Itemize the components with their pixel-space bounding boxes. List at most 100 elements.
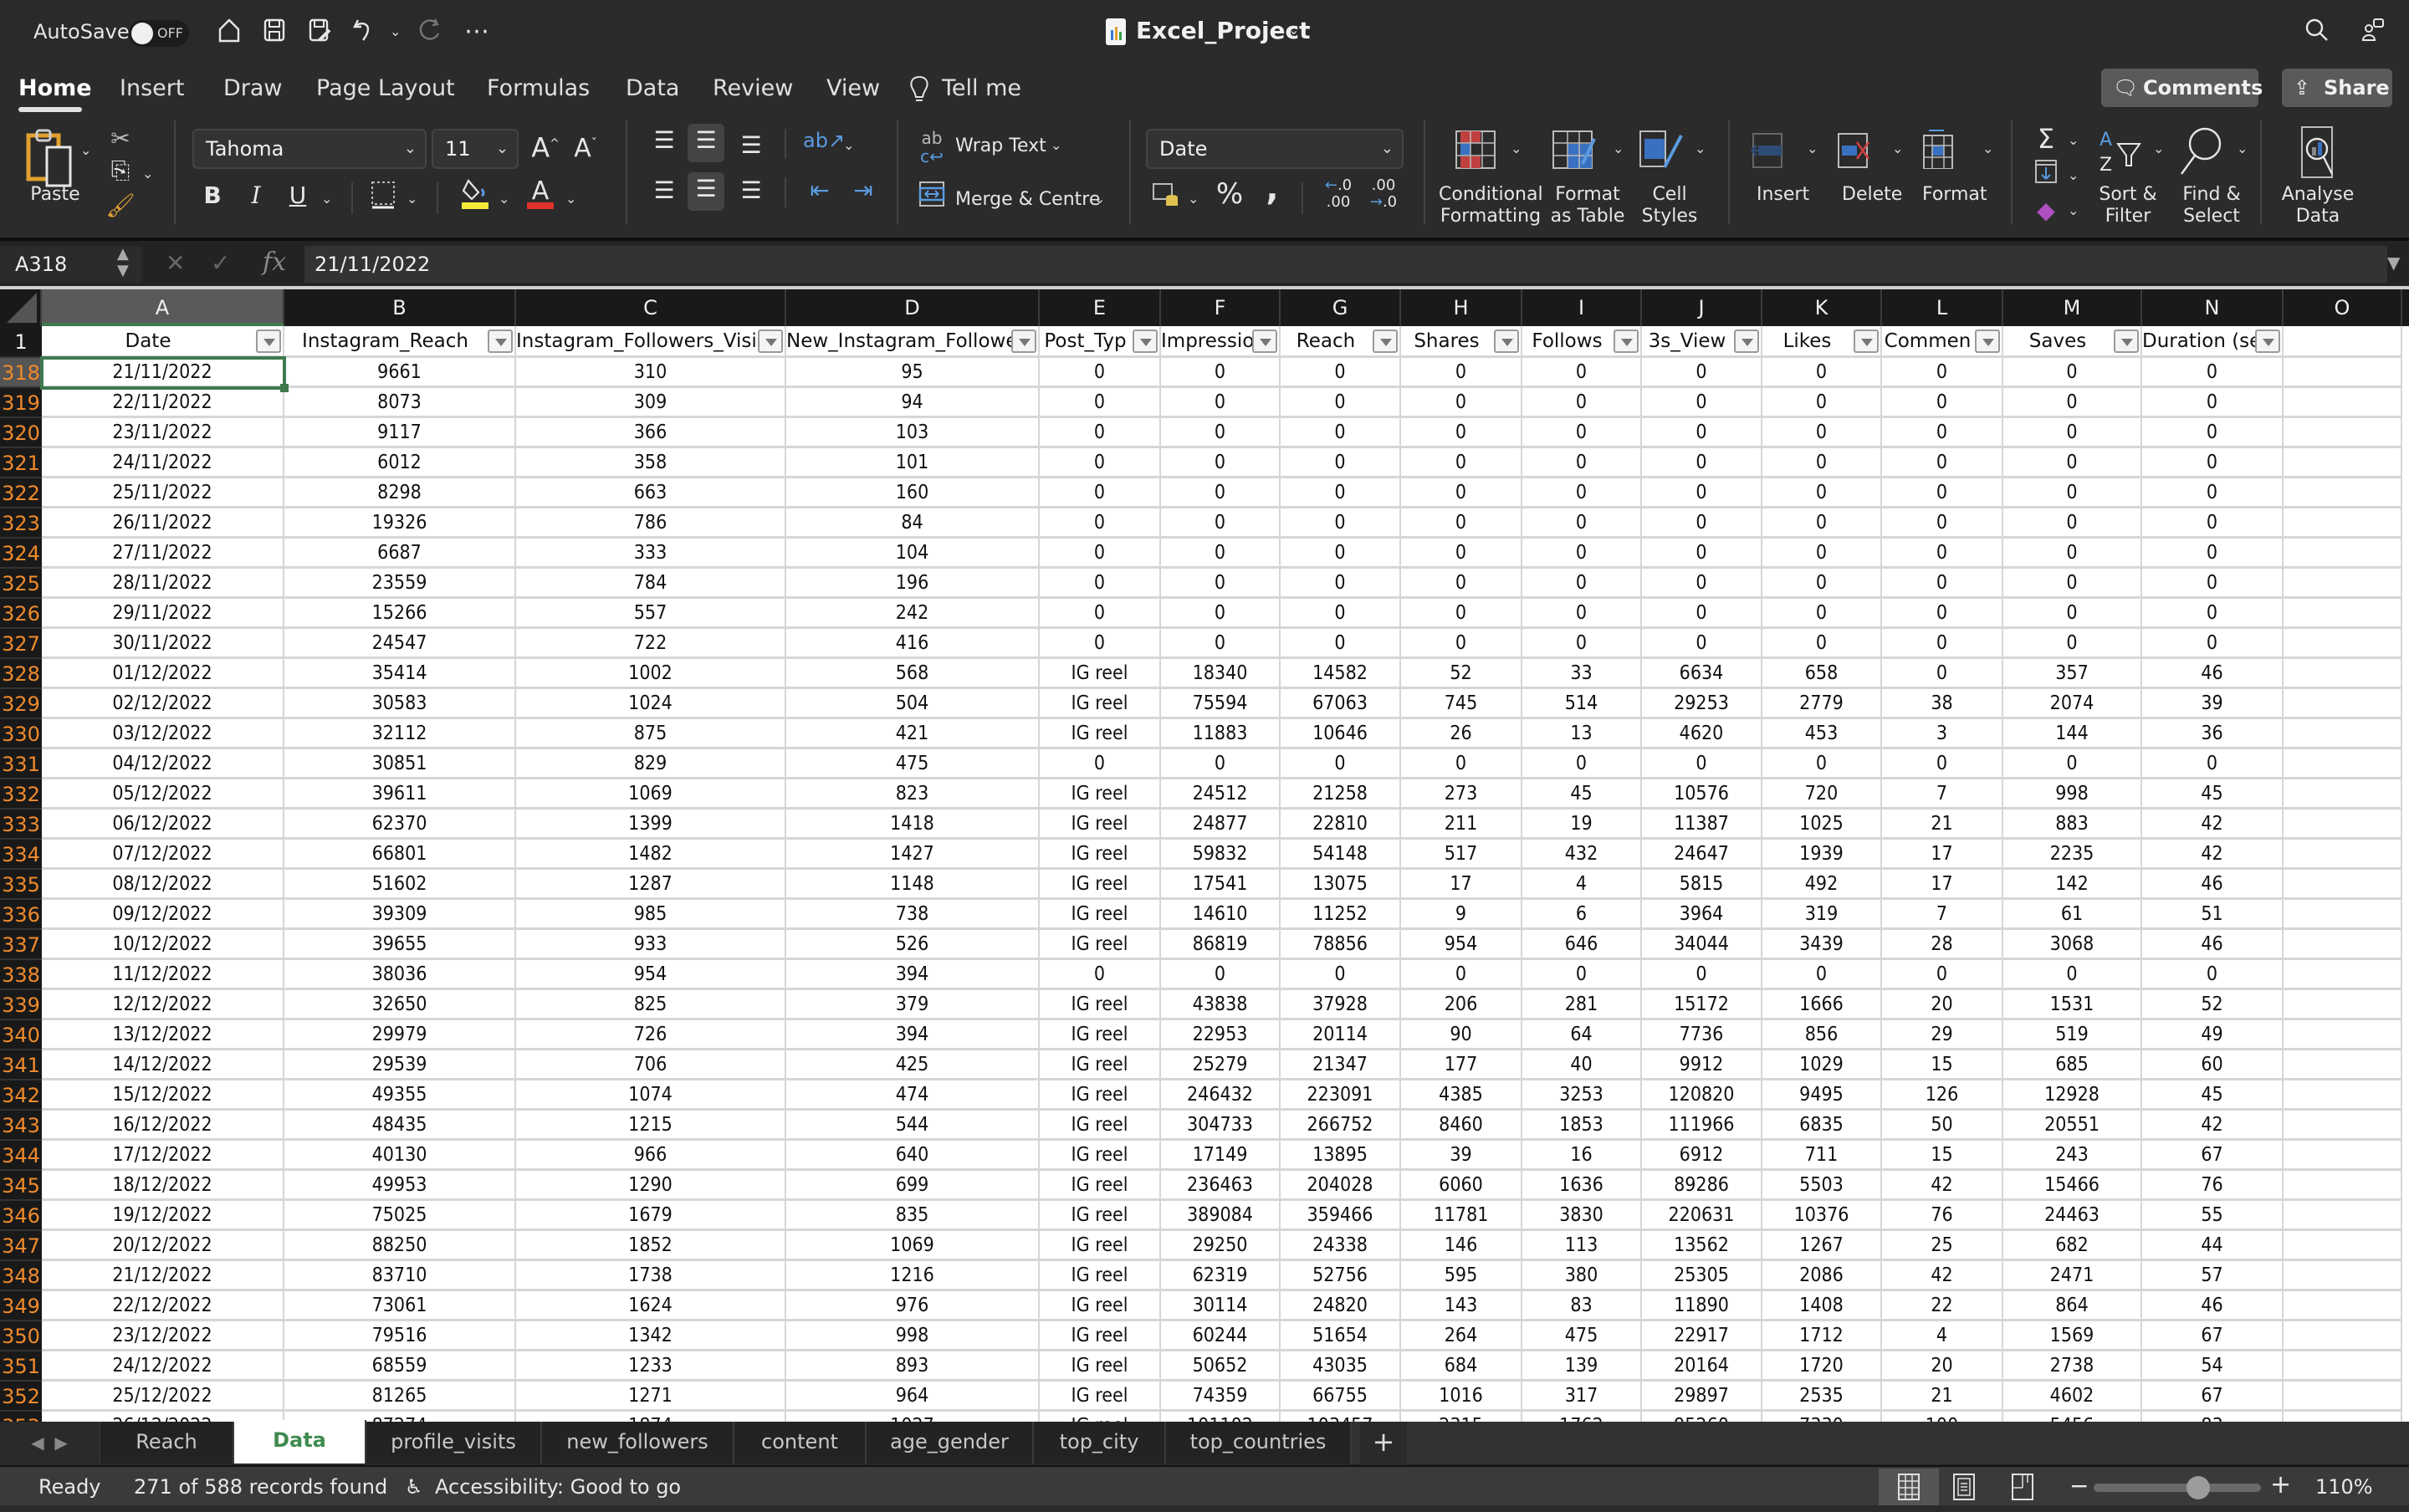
table-cell[interactable]: 0	[1882, 749, 2003, 779]
table-cell[interactable]: 0	[2142, 418, 2284, 448]
table-cell[interactable]: 61	[2003, 900, 2142, 930]
table-cell[interactable]: 49953	[284, 1171, 516, 1201]
table-cell[interactable]: 1399	[516, 810, 786, 840]
table-cell[interactable]: IG reel	[1040, 1321, 1161, 1351]
table-cell[interactable]: 26/11/2022	[42, 508, 284, 539]
table-cell[interactable]: 51	[2142, 900, 2284, 930]
table-cell[interactable]: IG reel	[1040, 1141, 1161, 1171]
table-cell[interactable]: 42	[1882, 1261, 2003, 1291]
clear-icon[interactable]: ◆	[2031, 194, 2061, 227]
table-cell[interactable]: 0	[1642, 539, 1762, 569]
table-cell[interactable]: 18/12/2022	[42, 1171, 284, 1201]
table-cell[interactable]: 07/12/2022	[42, 840, 284, 870]
filter-dropdown-icon[interactable]	[256, 329, 281, 353]
table-cell[interactable]: 0	[1762, 960, 1882, 990]
table-cell[interactable]: 738	[786, 900, 1040, 930]
table-cell[interactable]: 21347	[1281, 1050, 1401, 1080]
empty-cell[interactable]	[2284, 1412, 2402, 1422]
table-cell[interactable]: 684	[1401, 1351, 1522, 1382]
table-cell[interactable]: 30114	[1161, 1291, 1281, 1321]
table-cell[interactable]: 20114	[1281, 1020, 1401, 1050]
table-cell[interactable]: 0	[1642, 749, 1762, 779]
table-cell[interactable]: 0	[1161, 478, 1281, 508]
paste-icon[interactable]	[25, 127, 77, 191]
table-cell[interactable]: 30583	[284, 689, 516, 719]
table-cell[interactable]: 699	[786, 1171, 1040, 1201]
sheet-tab-reach[interactable]: Reach	[100, 1422, 234, 1463]
table-cell[interactable]: 389084	[1161, 1201, 1281, 1231]
table-cell[interactable]: 998	[2003, 779, 2142, 810]
table-cell[interactable]: 0	[2003, 478, 2142, 508]
table-cell[interactable]: 0	[1522, 478, 1642, 508]
table-cell[interactable]: 10576	[1642, 779, 1762, 810]
find-select-icon[interactable]	[2178, 125, 2225, 176]
table-cell[interactable]: 786	[516, 508, 786, 539]
table-cell[interactable]: 13075	[1281, 870, 1401, 900]
table-cell[interactable]: 06/12/2022	[42, 810, 284, 840]
table-cell[interactable]: 706	[516, 1050, 786, 1080]
table-cell[interactable]: 0	[1762, 569, 1882, 599]
table-cell[interactable]: 0	[2003, 569, 2142, 599]
table-cell[interactable]: 519	[2003, 1020, 2142, 1050]
empty-cell[interactable]	[2284, 418, 2402, 448]
table-cell[interactable]: 0	[1040, 569, 1161, 599]
row-header[interactable]: 329	[0, 689, 42, 719]
table-cell[interactable]: 0	[1762, 539, 1882, 569]
table-cell[interactable]: 3439	[1762, 930, 1882, 960]
table-cell[interactable]: 236463	[1161, 1171, 1281, 1201]
table-cell[interactable]: 35414	[284, 659, 516, 689]
table-cell[interactable]: 76	[1882, 1201, 2003, 1231]
merge-centre-button[interactable]: Merge & Centre	[955, 189, 1100, 211]
table-cell[interactable]: 66801	[284, 840, 516, 870]
table-cell[interactable]: 8073	[284, 388, 516, 418]
table-cell[interactable]: 504	[786, 689, 1040, 719]
table-cell[interactable]: 78856	[1281, 930, 1401, 960]
tab-view[interactable]: View	[826, 75, 880, 101]
table-cell[interactable]: 514	[1522, 689, 1642, 719]
table-cell[interactable]: 9661	[284, 358, 516, 388]
table-cell[interactable]: 15	[1882, 1141, 2003, 1171]
table-cell[interactable]: 0	[1522, 448, 1642, 478]
table-cell[interactable]: 595	[1401, 1261, 1522, 1291]
table-cell[interactable]: 829	[516, 749, 786, 779]
tab-draw[interactable]: Draw	[223, 75, 283, 101]
table-cell[interactable]: 421	[786, 719, 1040, 749]
table-cell[interactable]: 568	[786, 659, 1040, 689]
table-cell[interactable]: 0	[1040, 508, 1161, 539]
format-cells-icon[interactable]	[1922, 127, 1956, 170]
document-title[interactable]: Excel_Project	[1136, 17, 1311, 44]
table-cell[interactable]: 39309	[284, 900, 516, 930]
table-cell[interactable]: 0	[1401, 749, 1522, 779]
table-cell[interactable]: 0	[1281, 508, 1401, 539]
table-cell[interactable]: 1215	[516, 1111, 786, 1141]
table-cell[interactable]: 1029	[1762, 1050, 1882, 1080]
table-cell[interactable]: 29539	[284, 1050, 516, 1080]
table-cell[interactable]: 0	[1882, 448, 2003, 478]
autosum-icon[interactable]: Σ	[2031, 122, 2061, 156]
empty-cell[interactable]	[2284, 719, 2402, 749]
column-header-g[interactable]: G	[1281, 289, 1401, 326]
table-cell[interactable]: 1069	[786, 1231, 1040, 1261]
fill-dropdown-icon[interactable]: ⌄	[2068, 167, 2079, 183]
table-cell[interactable]: IG reel	[1040, 930, 1161, 960]
table-cell[interactable]: 20164	[1642, 1351, 1762, 1382]
table-cell[interactable]: 01/12/2022	[42, 659, 284, 689]
row-header[interactable]: 338	[0, 960, 42, 990]
select-all-button[interactable]	[0, 289, 42, 326]
table-cell[interactable]: 7736	[1642, 1020, 1762, 1050]
table-cell[interactable]: 685	[2003, 1050, 2142, 1080]
table-cell[interactable]: 42	[2142, 840, 2284, 870]
table-cell[interactable]: 0	[1882, 478, 2003, 508]
table-cell[interactable]: 33	[1522, 659, 1642, 689]
zoom-out-button[interactable]: −	[2069, 1472, 2089, 1499]
table-cell[interactable]: 2235	[2003, 840, 2142, 870]
table-cell[interactable]: 0	[1642, 508, 1762, 539]
column-header-c[interactable]: C	[516, 289, 786, 326]
table-cell[interactable]: 1720	[1762, 1351, 1882, 1382]
table-cell[interactable]: 1531	[2003, 990, 2142, 1020]
borders-icon[interactable]	[368, 181, 398, 218]
filter-dropdown-icon[interactable]	[1975, 329, 2000, 353]
table-cell[interactable]: 1287	[516, 870, 786, 900]
table-cell[interactable]: 0	[1401, 418, 1522, 448]
table-cell[interactable]: 1679	[516, 1201, 786, 1231]
